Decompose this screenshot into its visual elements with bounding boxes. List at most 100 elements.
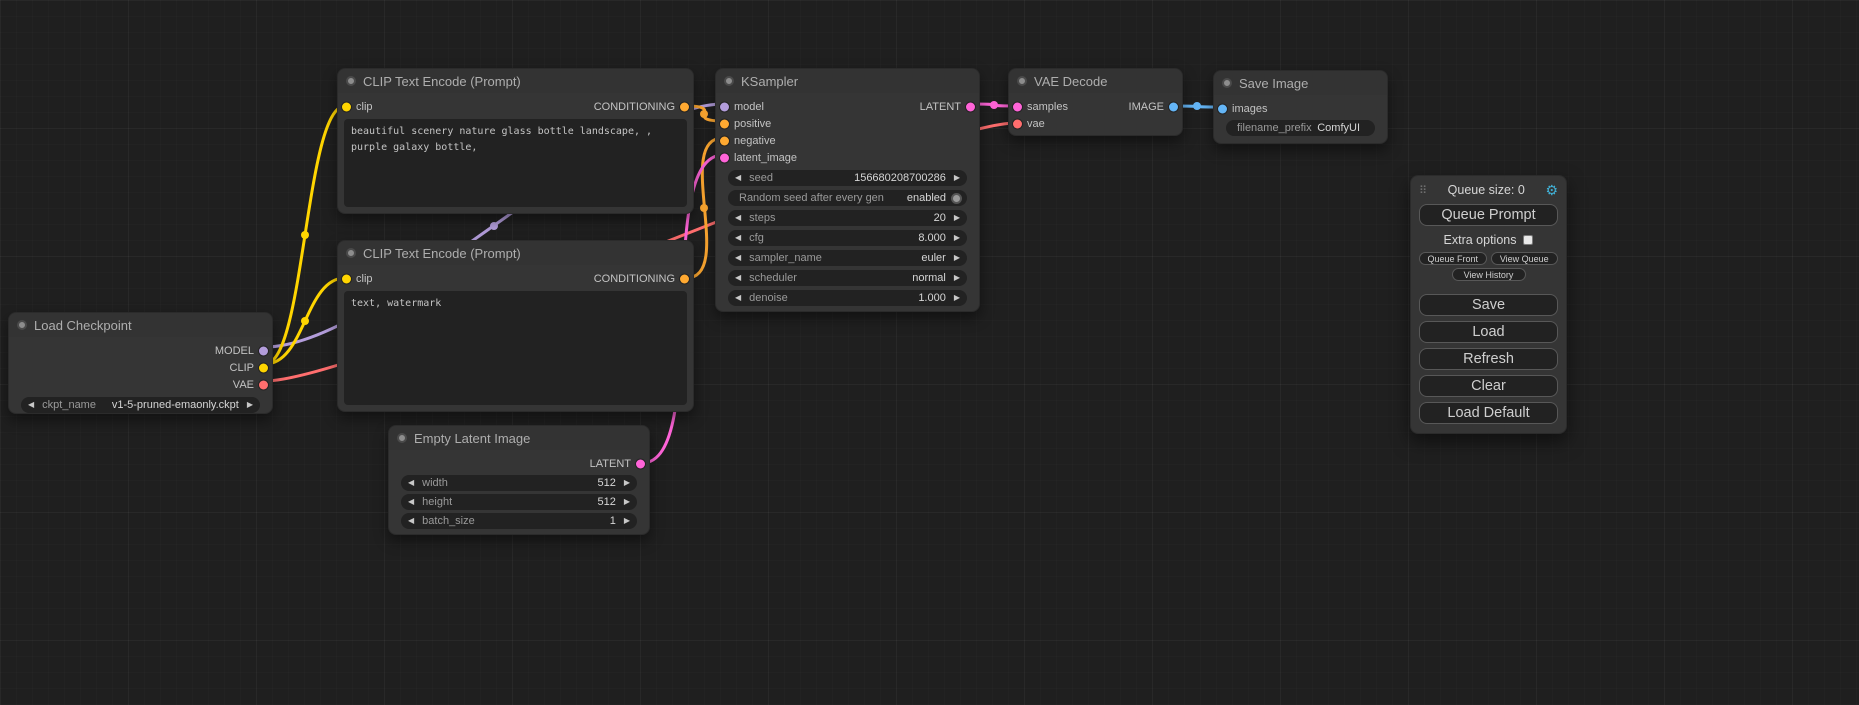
node-empty-latent-image[interactable]: Empty Latent Image LATENT ◀ width 512 ▶ … [388,425,650,535]
toggle-knob-icon[interactable] [951,193,962,204]
widget-height[interactable]: ◀ height 512 ▶ [401,494,637,510]
prev-value-icon[interactable]: ◀ [408,498,414,506]
widget-ckpt-name[interactable]: ◀ ckpt_name v1-5-pruned-emaonly.ckpt ▶ [21,397,260,413]
input-slot-latent-image[interactable] [720,153,729,162]
input-slot-samples[interactable] [1013,102,1022,111]
widget-batch-size[interactable]: ◀ batch_size 1 ▶ [401,513,637,529]
next-value-icon[interactable]: ▶ [247,401,253,409]
widget-label: cfg [749,232,764,244]
link-midpoint-dot [1193,102,1201,110]
node-clip-text-encode-positive[interactable]: CLIP Text Encode (Prompt) clip CONDITION… [337,68,694,214]
collapse-dot-icon[interactable] [346,248,356,258]
node-titlebar[interactable]: CLIP Text Encode (Prompt) [338,69,693,93]
collapse-dot-icon[interactable] [346,76,356,86]
widget-label: ckpt_name [42,399,96,411]
widget-denoise[interactable]: ◀ denoise 1.000 ▶ [728,290,967,306]
output-slot-image[interactable] [1169,102,1178,111]
input-slot-clip[interactable] [342,102,351,111]
node-vae-decode[interactable]: VAE Decode samples IMAGE vae [1008,68,1183,136]
widget-width[interactable]: ◀ width 512 ▶ [401,475,637,491]
output-slot-conditioning[interactable] [680,102,689,111]
next-value-icon[interactable]: ▶ [954,274,960,282]
prev-value-icon[interactable]: ◀ [735,174,741,182]
node-clip-text-encode-negative[interactable]: CLIP Text Encode (Prompt) clip CONDITION… [337,240,694,412]
next-value-icon[interactable]: ▶ [954,234,960,242]
prev-value-icon[interactable]: ◀ [735,254,741,262]
widget-cfg[interactable]: ◀ cfg 8.000 ▶ [728,230,967,246]
collapse-dot-icon[interactable] [1017,76,1027,86]
next-value-icon[interactable]: ▶ [624,517,630,525]
node-ksampler[interactable]: KSampler model LATENT positive negative … [715,68,980,312]
widget-scheduler[interactable]: ◀ scheduler normal ▶ [728,270,967,286]
node-title: Empty Latent Image [414,431,530,446]
output-label-latent: LATENT [590,458,631,470]
load-button[interactable]: Load [1419,321,1558,343]
widget-sampler-name[interactable]: ◀ sampler_name euler ▶ [728,250,967,266]
queue-front-button[interactable]: Queue Front [1419,252,1487,265]
node-titlebar[interactable]: Empty Latent Image [389,426,649,450]
input-slot-vae[interactable] [1013,119,1022,128]
prev-value-icon[interactable]: ◀ [408,517,414,525]
view-history-button[interactable]: View History [1452,268,1526,281]
output-label-latent: LATENT [920,101,961,113]
collapse-dot-icon[interactable] [1222,78,1232,88]
input-slot-negative[interactable] [720,136,729,145]
collapse-dot-icon[interactable] [17,320,27,330]
prev-value-icon[interactable]: ◀ [408,479,414,487]
output-slot-conditioning[interactable] [680,274,689,283]
node-titlebar[interactable]: Save Image [1214,71,1387,95]
input-slot-positive[interactable] [720,119,729,128]
settings-gear-icon[interactable]: ⚙ [1545,182,1558,199]
node-save-image[interactable]: Save Image images filename_prefix ComfyU… [1213,70,1388,144]
output-slot-clip[interactable] [259,363,268,372]
output-slot-vae[interactable] [259,380,268,389]
collapse-dot-icon[interactable] [397,433,407,443]
widget-label: denoise [749,292,788,304]
extra-options-checkbox[interactable] [1523,235,1533,245]
input-slot-clip[interactable] [342,274,351,283]
node-titlebar[interactable]: VAE Decode [1009,69,1182,93]
load-default-button[interactable]: Load Default [1419,402,1558,424]
clear-button[interactable]: Clear [1419,375,1558,397]
input-label-latent-image: latent_image [734,152,797,164]
input-label-positive: positive [734,118,771,130]
widget-label: seed [749,172,773,184]
next-value-icon[interactable]: ▶ [954,254,960,262]
output-slot-latent[interactable] [636,459,645,468]
positive-prompt-textarea[interactable]: beautiful scenery nature glass bottle la… [344,119,687,207]
input-slot-model[interactable] [720,102,729,111]
node-load-checkpoint[interactable]: Load Checkpoint MODEL CLIP VAE ◀ ckpt_na… [8,312,273,414]
next-value-icon[interactable]: ▶ [954,294,960,302]
extra-options-label: Extra options [1444,233,1517,247]
refresh-button[interactable]: Refresh [1419,348,1558,370]
comfy-menu-panel[interactable]: ⠿ Queue size: 0 ⚙ Queue Prompt Extra opt… [1410,175,1567,434]
prev-value-icon[interactable]: ◀ [735,234,741,242]
widget-control-after-generate[interactable]: Random seed after every gen enabled [728,190,967,206]
wire-clip-to-positive [265,106,345,364]
prev-value-icon[interactable]: ◀ [28,401,34,409]
output-slot-model[interactable] [259,346,268,355]
node-titlebar[interactable]: KSampler [716,69,979,93]
next-value-icon[interactable]: ▶ [624,498,630,506]
next-value-icon[interactable]: ▶ [954,174,960,182]
widget-steps[interactable]: ◀ steps 20 ▶ [728,210,967,226]
view-queue-button[interactable]: View Queue [1491,252,1559,265]
prev-value-icon[interactable]: ◀ [735,214,741,222]
save-button[interactable]: Save [1419,294,1558,316]
widget-filename-prefix[interactable]: filename_prefix ComfyUI [1226,120,1375,136]
queue-prompt-button[interactable]: Queue Prompt [1419,204,1558,226]
widget-seed[interactable]: ◀ seed 156680208700286 ▶ [728,170,967,186]
next-value-icon[interactable]: ▶ [954,214,960,222]
output-slot-latent[interactable] [966,102,975,111]
drag-handle-icon[interactable]: ⠿ [1419,184,1427,197]
collapse-dot-icon[interactable] [724,76,734,86]
output-label-model: MODEL [215,345,254,357]
node-titlebar[interactable]: CLIP Text Encode (Prompt) [338,241,693,265]
negative-prompt-textarea[interactable]: text, watermark [344,291,687,405]
node-titlebar[interactable]: Load Checkpoint [9,313,272,337]
input-slot-images[interactable] [1218,104,1227,113]
next-value-icon[interactable]: ▶ [624,479,630,487]
prev-value-icon[interactable]: ◀ [735,274,741,282]
prev-value-icon[interactable]: ◀ [735,294,741,302]
node-title: CLIP Text Encode (Prompt) [363,74,521,89]
